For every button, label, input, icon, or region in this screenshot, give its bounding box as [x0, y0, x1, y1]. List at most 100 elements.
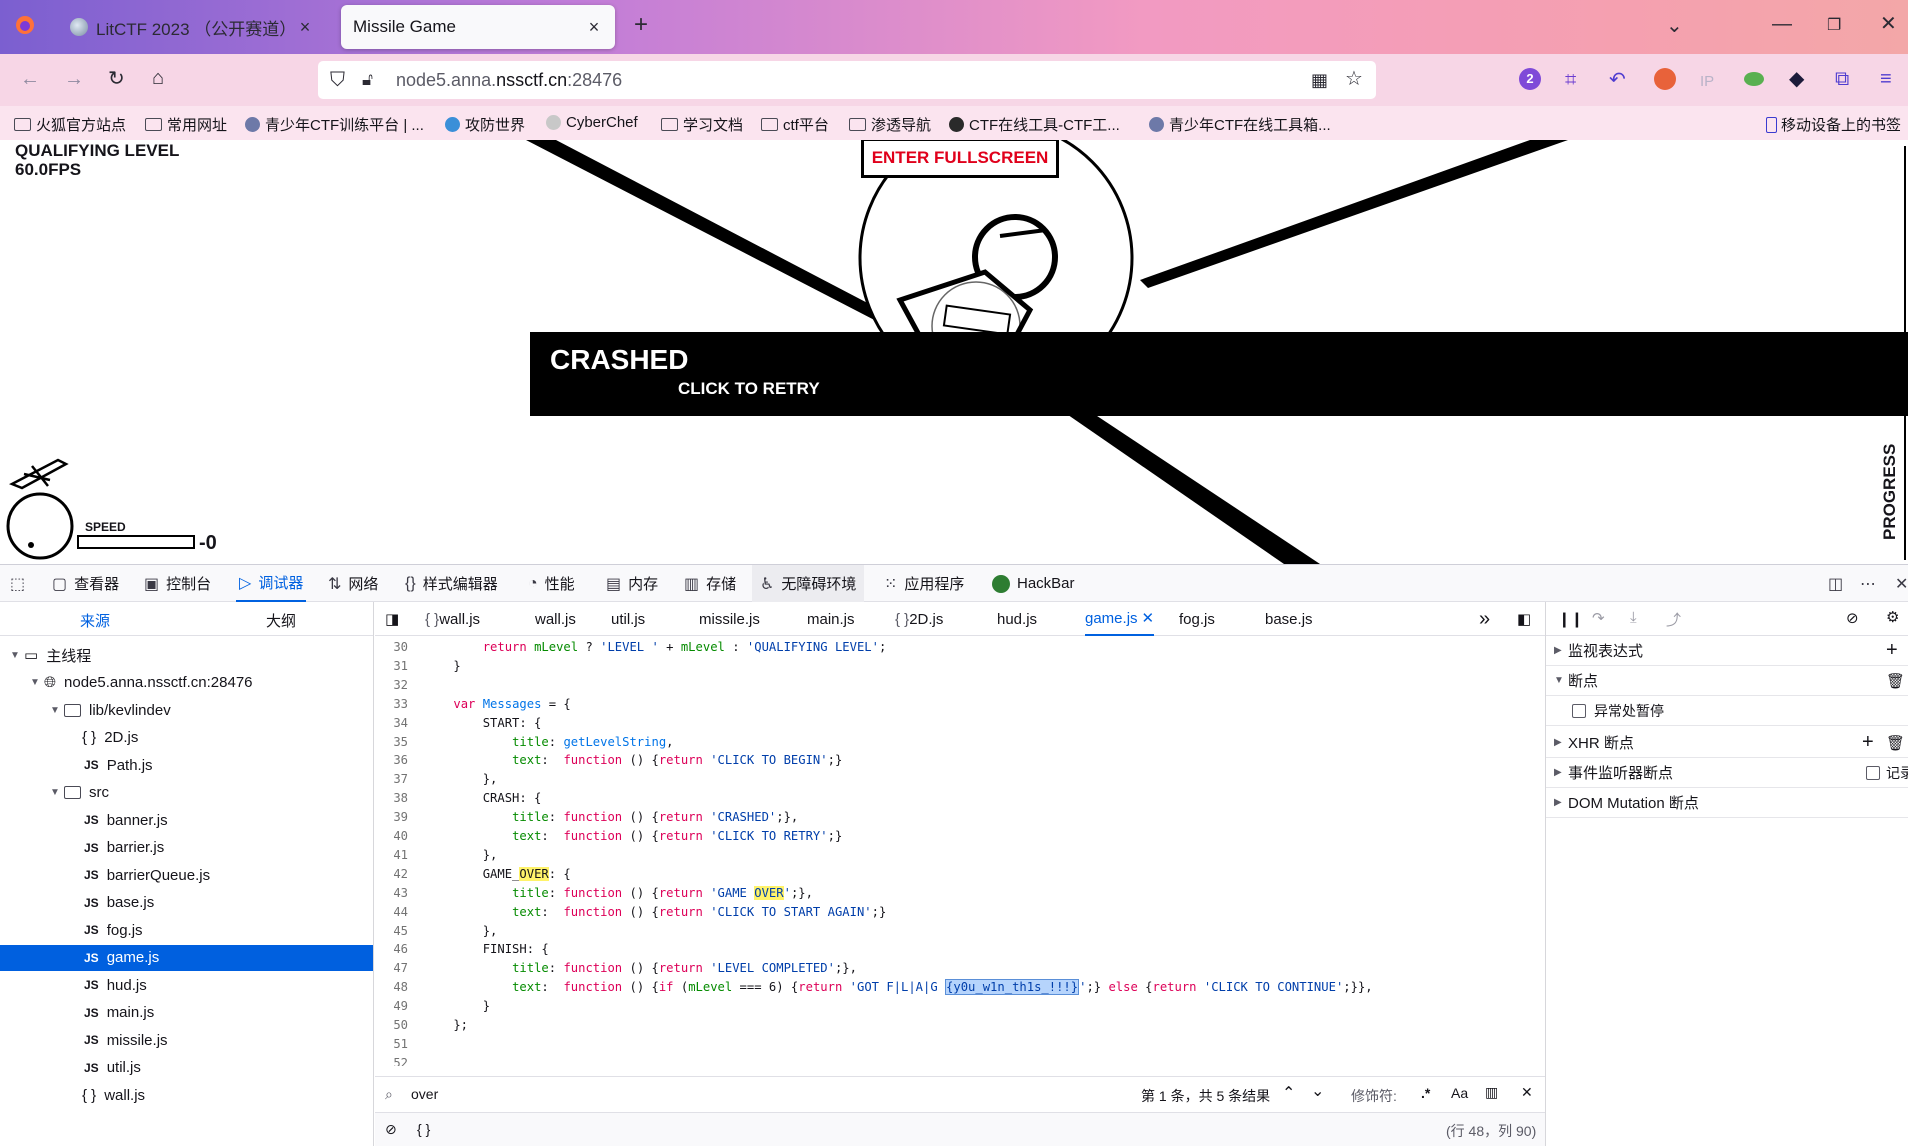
watch-expressions-header[interactable]: ▶ 监视表达式 +	[1546, 636, 1908, 666]
source-tree-item[interactable]: JS game.js	[0, 944, 373, 971]
bookmark-item[interactable]: 学习文档	[661, 114, 743, 135]
event-listener-breakpoints-header[interactable]: ▶ 事件监听器断点 记录	[1546, 758, 1908, 788]
tool-hackbar[interactable]: HackBar	[992, 565, 1075, 602]
source-tree-item[interactable]: JS main.js	[0, 1000, 373, 1026]
bookmark-item[interactable]: CyberChef	[546, 114, 638, 131]
close-devtools-icon[interactable]: ✕	[1895, 565, 1908, 602]
line-number[interactable]: 36	[375, 751, 408, 770]
tool-performance[interactable]: ◔ 性能	[528, 565, 575, 602]
crash-subtitle[interactable]: CLICK TO RETRY	[678, 379, 820, 399]
line-number[interactable]: 45	[375, 922, 408, 941]
code-view[interactable]: 30 return mLevel ? 'LEVEL ' + mLevel : '…	[375, 636, 1545, 1066]
insecure-lock-icon[interactable]: 🔓︎	[362, 70, 373, 90]
match-case-icon[interactable]: Aa	[1451, 1085, 1468, 1101]
element-picker-icon[interactable]: ⬚	[10, 565, 25, 602]
source-tree-item[interactable]: { } wall.js	[0, 1082, 373, 1108]
js-extension-icon[interactable]	[1744, 72, 1764, 86]
toggle-sidebar-icon[interactable]: ◨	[385, 602, 399, 636]
source-tree-item[interactable]: JS hud.js	[0, 972, 373, 998]
firefox-icon[interactable]	[14, 14, 36, 40]
source-tree-item[interactable]: ▼ lib/kevlindev	[0, 697, 373, 723]
home-icon[interactable]: ⌂	[152, 68, 164, 88]
bookmark-star-icon[interactable]: ☆	[1345, 69, 1363, 89]
block-extension-icon[interactable]	[1654, 68, 1676, 90]
list-tabs-icon[interactable]: ⌄	[1666, 16, 1683, 36]
editor-tab[interactable]: main.js	[807, 602, 855, 636]
tool-storage[interactable]: ▥ 存储	[684, 565, 736, 602]
line-number[interactable]: 39	[375, 808, 408, 827]
delete-breakpoints-icon[interactable]: 🗑︎	[1886, 672, 1905, 690]
line-number[interactable]: 52	[375, 1054, 408, 1066]
close-tab-icon[interactable]: ×	[585, 17, 603, 38]
more-tabs-icon[interactable]: »	[1479, 602, 1490, 636]
xhr-breakpoints-header[interactable]: ▶ XHR 断点 + 🗑︎	[1546, 728, 1908, 758]
source-tree-item[interactable]: { } 2D.js	[0, 725, 373, 751]
pause-on-exceptions-row[interactable]: 异常处暂停	[1546, 696, 1908, 726]
previous-result-icon[interactable]: ⌃	[1282, 1083, 1295, 1103]
enter-fullscreen-button[interactable]: ENTER FULLSCREEN	[861, 140, 1059, 178]
line-number[interactable]: 31	[375, 657, 408, 676]
back-icon[interactable]: ←	[20, 69, 40, 89]
delete-xhr-breakpoints-icon[interactable]: 🗑︎	[1886, 734, 1905, 752]
line-number[interactable]: 33	[375, 695, 408, 714]
bookmark-item[interactable]: ctf平台	[761, 114, 829, 135]
tab-outline[interactable]: 大纲	[266, 610, 296, 631]
collapse-triangle-icon[interactable]: ▼	[10, 650, 24, 661]
editor-tab[interactable]: game.js ✕	[1085, 602, 1155, 636]
line-number[interactable]: 49	[375, 997, 408, 1016]
close-tab-icon[interactable]: ×	[296, 17, 314, 38]
source-tree-item[interactable]: JS missile.js	[0, 1027, 373, 1053]
line-number[interactable]: 30	[375, 638, 408, 657]
line-number[interactable]: 44	[375, 903, 408, 922]
collapse-triangle-icon[interactable]: ▼	[30, 677, 44, 688]
log-checkbox[interactable]	[1866, 765, 1880, 780]
tool-style-editor[interactable]: {} 样式编辑器	[405, 565, 498, 602]
line-number[interactable]: 34	[375, 714, 408, 733]
editor-tab[interactable]: wall.js	[535, 602, 576, 636]
source-tree-item[interactable]: JS banner.js	[0, 807, 373, 833]
line-number[interactable]: 43	[375, 884, 408, 903]
settings-gear-icon[interactable]: ⚙	[1886, 608, 1899, 626]
source-tree-item[interactable]: JS fog.js	[0, 917, 373, 943]
toggle-right-sidebar-icon[interactable]: ◧	[1517, 602, 1531, 636]
close-tab-icon[interactable]: ✕	[1142, 609, 1155, 627]
dock-side-icon[interactable]: ◫	[1828, 565, 1843, 602]
editor-tab[interactable]: missile.js	[699, 602, 760, 636]
tool-memory[interactable]: ▤ 内存	[606, 565, 658, 602]
add-xhr-breakpoint-icon[interactable]: +	[1862, 731, 1874, 754]
line-number[interactable]: 46	[375, 940, 408, 959]
pause-icon[interactable]: ❙❙	[1558, 610, 1583, 628]
ip-extension-icon[interactable]: IP	[1700, 72, 1714, 92]
step-over-icon[interactable]: ↷	[1592, 609, 1605, 627]
new-tab-icon[interactable]: +	[634, 13, 648, 37]
line-number[interactable]: 37	[375, 770, 408, 789]
editor-tab[interactable]: util.js	[611, 602, 645, 636]
close-search-icon[interactable]: ✕	[1521, 1084, 1533, 1101]
line-number[interactable]: 41	[375, 846, 408, 865]
line-number[interactable]: 35	[375, 733, 408, 752]
deactivate-breakpoints-icon[interactable]: ⊘	[1846, 609, 1859, 627]
line-number[interactable]: 50	[375, 1016, 408, 1035]
bookmark-item[interactable]: 常用网址	[145, 114, 227, 135]
line-number[interactable]: 32	[375, 676, 408, 695]
dom-mutation-breakpoints-header[interactable]: ▶ DOM Mutation 断点	[1546, 788, 1908, 818]
whole-word-icon[interactable]: ▥	[1485, 1084, 1498, 1101]
source-tree-item[interactable]: JS util.js	[0, 1055, 373, 1081]
mobile-bookmarks[interactable]: 移动设备上的书签	[1766, 114, 1901, 135]
source-tree-item[interactable]: JS base.js	[0, 890, 373, 916]
add-watch-icon[interactable]: +	[1886, 639, 1898, 662]
pretty-print-off-icon[interactable]: ⊘	[385, 1121, 397, 1138]
bookmark-item[interactable]: 火狐官方站点	[14, 114, 126, 135]
step-in-icon[interactable]: ⤓	[1630, 609, 1637, 626]
bookmark-item[interactable]: 攻防世界	[445, 114, 525, 135]
bookmark-item[interactable]: CTF在线工具-CTF工...	[949, 114, 1120, 135]
line-number[interactable]: 40	[375, 827, 408, 846]
source-tree-item[interactable]: JS barrier.js	[0, 835, 373, 861]
forward-icon[interactable]: →	[64, 69, 84, 89]
collapse-triangle-icon[interactable]: ▼	[50, 705, 64, 716]
pause-on-exceptions-checkbox[interactable]	[1572, 703, 1586, 718]
bookmark-item[interactable]: 渗透导航	[849, 114, 931, 135]
tool-console[interactable]: ▣ 控制台	[144, 565, 211, 602]
editor-tab[interactable]: { } 2D.js	[895, 602, 943, 636]
line-number[interactable]: 47	[375, 959, 408, 978]
